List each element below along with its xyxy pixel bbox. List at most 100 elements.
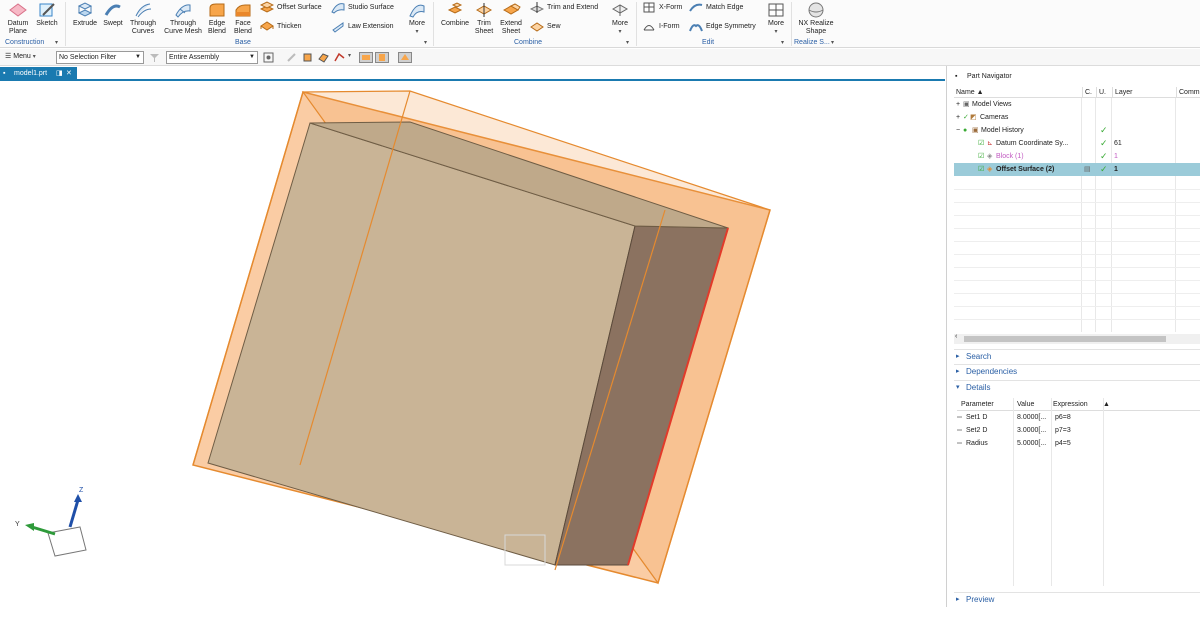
construction-dropdown-icon[interactable]: ▾: [55, 39, 58, 46]
column-c[interactable]: C.: [1082, 87, 1096, 98]
parameter-value: 8.0000[...: [1017, 414, 1047, 421]
combine-group-dropdown-icon[interactable]: ▾: [626, 39, 629, 46]
parameter-name: Set1 D: [966, 414, 988, 421]
through-curves-button[interactable]: Through Curves: [126, 0, 160, 40]
sew-button[interactable]: Sew: [530, 19, 561, 33]
checkbox-checked-icon[interactable]: ☑: [978, 150, 984, 163]
navigator-tree: + ▣ Model Views + ✓ ◩ Cameras − ● ▣ Mode…: [954, 98, 1200, 332]
expand-icon[interactable]: +: [956, 111, 960, 124]
search-panel-header[interactable]: ▸ Search: [954, 349, 1200, 363]
filter-reset-icon[interactable]: [149, 52, 160, 63]
base-group-dropdown-icon[interactable]: ▾: [424, 39, 427, 46]
tree-node-datum-csys[interactable]: ☑ ⊾ Datum Coordinate Sy... ✓ 61: [954, 137, 1200, 150]
datum-plane-button[interactable]: Datum Plane: [4, 0, 32, 40]
hamburger-icon: ☰: [5, 53, 12, 60]
details-header-row: Parameter Value Expression ▲: [957, 398, 1200, 411]
select-feature-icon[interactable]: [286, 52, 297, 63]
scrollbar-thumb[interactable]: [964, 336, 1166, 342]
column-comment[interactable]: Comm: [1176, 87, 1200, 98]
extrude-button[interactable]: Extrude: [70, 0, 100, 40]
extend-sheet-button[interactable]: Extend Sheet: [498, 0, 524, 40]
details-row[interactable]: ═ Set2 D 3.0000[... p7=3: [957, 424, 1200, 437]
navigator-horizontal-scrollbar[interactable]: ‹: [954, 333, 1200, 344]
model-canvas[interactable]: Z Y: [0, 81, 945, 607]
i-form-button[interactable]: I-Form: [642, 19, 680, 33]
tree-node-model-history[interactable]: − ● ▣ Model History ✓: [954, 124, 1200, 137]
select-body-icon[interactable]: [302, 52, 313, 63]
sort-asc-icon[interactable]: ▲: [1103, 398, 1113, 411]
collapse-icon[interactable]: −: [956, 124, 960, 137]
dependencies-panel-header[interactable]: ▸ Dependencies: [954, 364, 1200, 378]
column-value[interactable]: Value: [1017, 398, 1051, 411]
document-tab[interactable]: ▪ model1.prt ◨ ✕: [0, 67, 77, 81]
selection-filter-dropdown[interactable]: No Selection Filter ▼: [56, 51, 144, 64]
nx-realize-shape-button[interactable]: NX Realize Shape: [796, 0, 836, 40]
show-hide-icon[interactable]: [359, 52, 373, 63]
offset-surface-button[interactable]: Offset Surface: [260, 0, 322, 14]
expand-icon[interactable]: +: [956, 98, 960, 111]
edit-group-dropdown-icon[interactable]: ▾: [781, 39, 784, 46]
checkbox-checked-icon[interactable]: ☑: [978, 163, 984, 176]
through-curve-mesh-label: Through Curve Mesh: [164, 20, 202, 35]
menu-button[interactable]: ☰ Menu ▾: [5, 52, 36, 60]
combine-label: Combine: [440, 20, 469, 27]
search-panel-label: Search: [966, 352, 992, 361]
column-layer[interactable]: Layer: [1112, 87, 1176, 98]
tree-node-model-views[interactable]: + ▣ Model Views: [954, 98, 1200, 111]
match-edge-button[interactable]: Match Edge: [689, 0, 743, 14]
swept-button[interactable]: Swept: [100, 0, 126, 40]
edge-blend-button[interactable]: Edge Blend: [205, 0, 229, 40]
base-more-button[interactable]: More ▾: [405, 0, 429, 40]
law-extension-button[interactable]: Law Extension: [331, 19, 394, 33]
checkbox-checked-icon[interactable]: ☑: [978, 137, 984, 150]
column-parameter[interactable]: Parameter: [961, 398, 1013, 411]
combine-more-button[interactable]: More ▾: [608, 0, 632, 40]
sketch-button[interactable]: Sketch: [34, 0, 60, 40]
edge-blend-icon: [209, 3, 225, 17]
tree-node-cameras[interactable]: + ✓ ◩ Cameras: [954, 111, 1200, 124]
graphics-viewport[interactable]: Z Y: [0, 81, 945, 607]
studio-surface-button[interactable]: Studio Surface: [331, 0, 394, 14]
through-curve-mesh-button[interactable]: Through Curve Mesh: [162, 0, 204, 40]
extend-sheet-label: Extend Sheet: [500, 20, 522, 35]
edit-more-button[interactable]: More ▾: [764, 0, 788, 40]
snap-point-icon[interactable]: [263, 52, 274, 63]
chevron-down-icon[interactable]: ▾: [348, 52, 351, 59]
combine-button[interactable]: Combine: [438, 0, 472, 40]
trim-and-extend-button[interactable]: Trim and Extend: [530, 0, 598, 14]
select-face-icon[interactable]: [318, 52, 329, 63]
edge-symmetry-button[interactable]: Edge Symmetry: [689, 19, 756, 33]
scroll-left-icon[interactable]: ‹: [955, 333, 957, 340]
combine-more-caret-icon: ▾: [618, 29, 622, 35]
details-row[interactable]: ═ Set1 D 8.0000[... p6=8: [957, 411, 1200, 424]
details-panel-header[interactable]: ▾ Details: [954, 380, 1200, 394]
parameter-value: 3.0000[...: [1017, 427, 1047, 434]
realize-group-dropdown-icon[interactable]: ▾: [831, 39, 834, 46]
render-style-icon[interactable]: [398, 52, 412, 63]
tree-node-label: Offset Surface (2): [996, 166, 1055, 173]
face-blend-button[interactable]: Face Blend: [231, 0, 255, 40]
column-u[interactable]: U.: [1096, 87, 1112, 98]
trim-sheet-button[interactable]: Trim Sheet: [472, 0, 496, 40]
tree-node-offset-surface[interactable]: ☑ ◈ Offset Surface (2) ▤ ✓ 1: [954, 163, 1200, 176]
sketch-icon: [39, 3, 55, 17]
thicken-button[interactable]: Thicken: [260, 19, 302, 33]
select-edge-icon[interactable]: [334, 52, 345, 63]
sew-icon: [530, 21, 544, 32]
group-divider: [636, 2, 637, 46]
x-form-button[interactable]: X-Form: [642, 0, 682, 14]
pin-icon[interactable]: ◨: [56, 67, 63, 81]
expand-arrow-icon: ▸: [956, 353, 960, 360]
column-expression[interactable]: Expression: [1053, 398, 1103, 411]
column-name[interactable]: Name ▲: [954, 87, 1084, 98]
nx-realize-shape-label: NX Realize Shape: [798, 20, 834, 35]
match-edge-label: Match Edge: [706, 3, 744, 11]
navigator-title: ▪ Part Navigator: [947, 70, 1200, 84]
tree-node-block[interactable]: ☑ ◈ Block (1) ✓ 1: [954, 150, 1200, 163]
assembly-scope-dropdown[interactable]: Entire Assembly ▼: [166, 51, 258, 64]
preview-panel-header[interactable]: ▸ Preview: [954, 592, 1200, 606]
view-orient-icon[interactable]: [375, 52, 389, 63]
construction-group-label[interactable]: Construction: [5, 39, 44, 46]
details-row[interactable]: ═ Radius 5.0000[... p4=5: [957, 437, 1200, 450]
close-icon[interactable]: ✕: [66, 67, 72, 81]
